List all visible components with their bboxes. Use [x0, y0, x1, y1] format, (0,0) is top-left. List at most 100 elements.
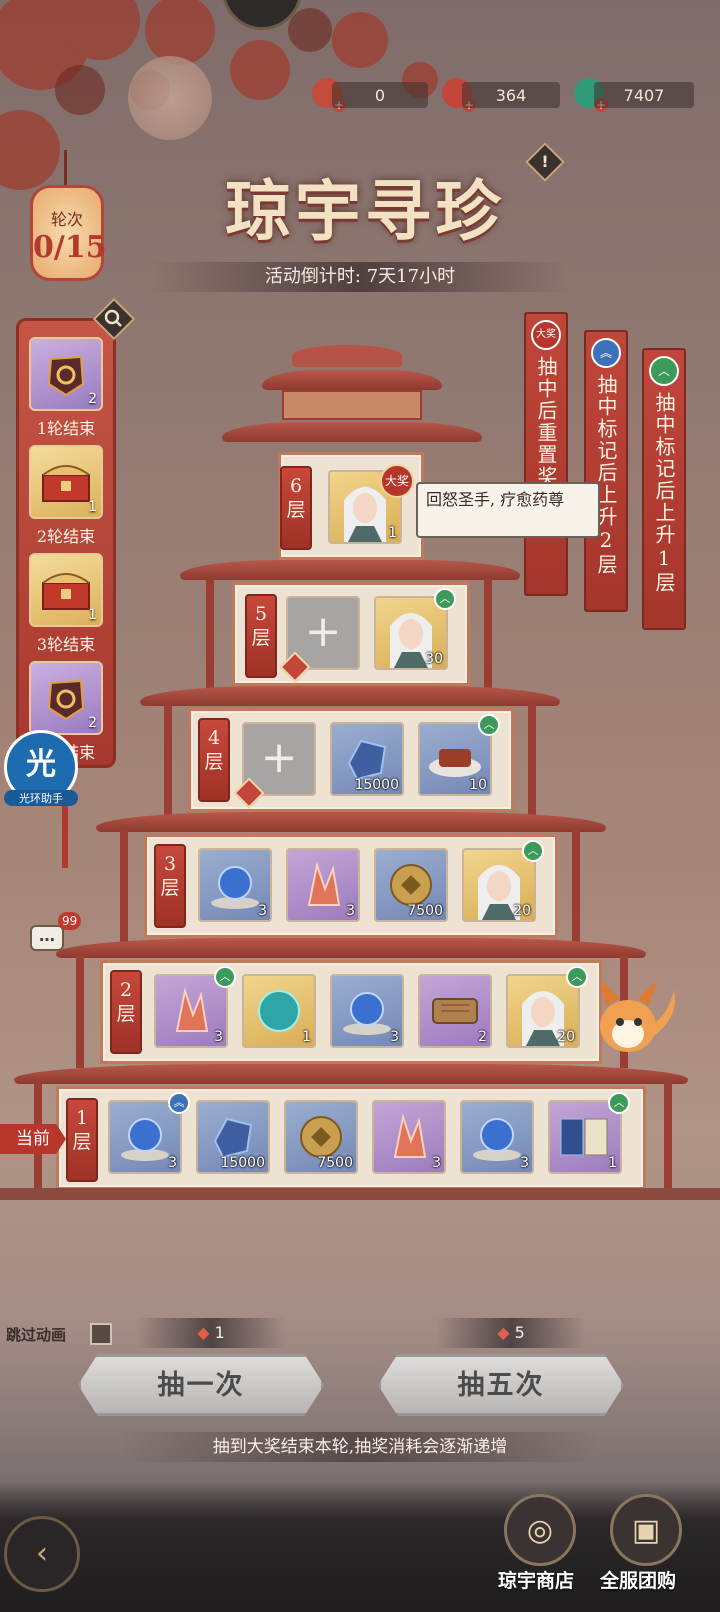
grand-prize-badge: 大奖	[380, 464, 414, 498]
chest-icon	[42, 573, 90, 610]
group-buy-label: 全服团购	[600, 1570, 677, 1592]
teal-orb-icon	[258, 990, 300, 1032]
floor-1-item-2[interactable]: 15000	[196, 1100, 270, 1174]
banner-grand-prize: 大奖 抽中后重置奖励	[524, 312, 568, 596]
pink-crystal-icon	[307, 861, 341, 906]
blue-orb-icon	[211, 866, 259, 909]
floor-1-item-1[interactable]: 3 ︽	[108, 1092, 190, 1174]
floor-3-item-3[interactable]: 7500	[374, 848, 448, 922]
round-reward-3[interactable]: 1	[29, 553, 103, 627]
armor-icon	[47, 679, 85, 721]
pagoda-roof-4	[140, 686, 560, 706]
blue-orb-icon	[121, 1118, 169, 1161]
round-value: 0/15	[33, 230, 107, 265]
floor-4-item-3[interactable]: 10 ︿	[418, 714, 500, 796]
round-reward-4[interactable]: 2	[29, 661, 103, 735]
fox-mascot[interactable]	[588, 976, 684, 1060]
pagoda-roof-5	[180, 560, 520, 580]
chevron-up-icon: ︿	[214, 966, 236, 988]
pagoda-roof-3	[96, 812, 606, 832]
currency-tickets: 0	[332, 82, 428, 108]
floor-3-item-1[interactable]: 3	[198, 848, 272, 922]
pillar	[120, 830, 128, 942]
round-lantern: 轮次 0/15	[30, 185, 107, 281]
draw-once-button[interactable]: 抽一次	[78, 1354, 324, 1416]
currency-fans: 364	[462, 82, 560, 108]
round-reward-label-3: 3轮结束	[36, 635, 96, 654]
floor-3-item-2[interactable]: 3	[286, 848, 360, 922]
back-button[interactable]: ‹	[4, 1516, 80, 1592]
search-icon	[104, 309, 122, 327]
pillar	[572, 830, 580, 942]
draw-ticket-icon: ◆	[497, 1323, 510, 1342]
floor-4-tag: 4层	[198, 718, 230, 802]
copper-coin-icon	[390, 864, 432, 906]
floor-4-item-2[interactable]: 15000	[330, 722, 404, 796]
pagoda-base	[0, 1188, 720, 1200]
double-chevron-up-icon: ︽	[591, 338, 621, 368]
pagoda-roof-top	[262, 370, 442, 390]
round-reward-2[interactable]: 1	[29, 445, 103, 519]
floor-1-tag: 1层	[66, 1098, 98, 1182]
plus-icon: +	[260, 732, 298, 783]
shop-button[interactable]: ◎	[504, 1494, 576, 1566]
skip-animation-label: 跳过动画	[6, 1326, 67, 1344]
blue-orb-icon	[473, 1118, 521, 1161]
back-arrow-icon: ‹	[36, 1536, 48, 1571]
chest-icon	[42, 465, 90, 502]
floor-3-tag: 3层	[154, 844, 186, 928]
pagoda-top-hall	[282, 390, 422, 420]
pillar	[164, 704, 172, 816]
blue-orb-icon	[343, 992, 391, 1035]
chevron-up-icon: ︿	[478, 714, 500, 736]
pagoda-spire	[292, 345, 402, 367]
floor-1-item-6[interactable]: 1 ︿	[548, 1092, 630, 1174]
halo-assistant-glyph: 光	[26, 747, 56, 782]
banner-up-two: ︽ 抽中标记后上升2层	[584, 330, 628, 612]
pillar	[206, 578, 214, 690]
floor-3-item-4[interactable]: 20 ︿	[462, 840, 544, 922]
floor-1-item-5[interactable]: 3	[460, 1100, 534, 1174]
group-buy-button[interactable]: ▣	[610, 1494, 682, 1566]
floor-5-item-2[interactable]: 30 ︿	[374, 588, 456, 670]
chevron-up-icon: ︿	[608, 1092, 630, 1114]
skip-animation-checkbox[interactable]	[90, 1323, 112, 1345]
chat-unread-badge: 99	[58, 912, 82, 930]
floor-6-item-1[interactable]: 1 大奖	[328, 464, 414, 544]
pink-crystal-icon	[393, 1113, 427, 1158]
meat-icon	[429, 749, 481, 777]
maple-leaves-decoration	[0, 0, 438, 250]
floor-2-item-1[interactable]: 3 ︿	[154, 966, 236, 1048]
event-countdown: 活动倒计时: 7天17小时	[150, 262, 570, 292]
round-reward-1[interactable]: 2	[29, 337, 103, 411]
chevron-up-icon: ︿	[566, 966, 588, 988]
armor-icon	[47, 355, 85, 397]
pillar	[76, 956, 84, 1068]
pagoda-roof-1	[14, 1064, 688, 1084]
pagoda-roof-2	[56, 938, 646, 958]
floor-2-item-4[interactable]: 2	[418, 974, 492, 1048]
pillar	[528, 704, 536, 816]
round-label: 轮次	[50, 210, 83, 229]
round-reward-label-2: 2轮结束	[36, 527, 96, 546]
floor-6-tag: 6层	[280, 466, 312, 550]
draw-ticket-icon: ◆	[197, 1323, 210, 1342]
coin-bag-icon: ◎	[526, 1513, 554, 1548]
lantern-string	[64, 150, 67, 188]
draw-five-button[interactable]: 抽五次	[378, 1354, 624, 1416]
floor-2-item-2[interactable]: 1	[242, 974, 316, 1048]
top-emblem	[222, 0, 302, 30]
draw-five-cost: ◆ 5	[436, 1318, 586, 1348]
floor-1-item-4[interactable]: 3	[372, 1100, 446, 1174]
double-chevron-up-icon: ︽	[168, 1092, 190, 1114]
floor-2-tag: 2层	[110, 970, 142, 1054]
moon-decoration	[128, 56, 212, 140]
chevron-up-icon: ︿	[649, 356, 679, 386]
event-title: 琼宇寻珍	[225, 172, 505, 250]
floor-2-item-3[interactable]: 3	[330, 974, 404, 1048]
floor-5-tag: 5层	[245, 594, 277, 678]
chat-button[interactable]: …	[30, 925, 64, 951]
floor-2-item-5[interactable]: 20 ︿	[506, 966, 588, 1048]
floor-1-item-3[interactable]: 7500	[284, 1100, 358, 1174]
copper-coin-icon	[300, 1116, 342, 1158]
